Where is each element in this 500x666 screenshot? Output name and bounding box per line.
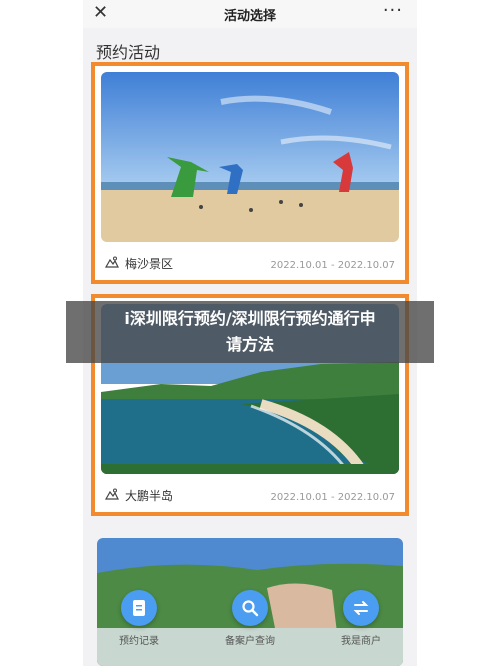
- location-row: 大鹏半岛: [104, 487, 174, 504]
- beach-photo: [101, 72, 399, 242]
- document-icon[interactable]: [121, 590, 157, 626]
- date-range: 2022.10.01 - 2022.10.07: [270, 260, 395, 271]
- top-bar: ✕ 活动选择 ···: [83, 0, 417, 28]
- page-title: 活动选择: [223, 9, 276, 24]
- nav-booking-records[interactable]: 预约记录: [99, 590, 179, 647]
- swap-icon[interactable]: [343, 590, 379, 626]
- date-range: 2022.10.01 - 2022.10.07: [270, 492, 395, 503]
- bottom-nav: 预约记录 备案户查询 我是商户: [83, 590, 417, 666]
- section-title: 预约活动: [96, 43, 161, 62]
- activity-card-meisha[interactable]: 梅沙景区 2022.10.01 - 2022.10.07: [91, 62, 409, 284]
- overlay-line-1: i深圳限行预约/深圳限行预约通行申: [124, 309, 376, 328]
- article-title-overlay: i深圳限行预约/深圳限行预约通行申 请方法: [66, 301, 434, 363]
- nav-label: 备案户查询: [225, 636, 275, 647]
- more-menu-icon[interactable]: ···: [383, 0, 403, 21]
- nav-label: 我是商户: [341, 636, 381, 647]
- nav-label: 预约记录: [119, 636, 159, 647]
- location-name: 梅沙景区: [125, 257, 174, 271]
- overlay-line-2: 请方法: [225, 335, 274, 354]
- scenic-area-icon: [104, 256, 119, 271]
- location-name: 大鹏半岛: [125, 489, 174, 503]
- scenic-area-icon: [104, 488, 119, 503]
- location-row: 梅沙景区: [104, 255, 174, 272]
- search-icon[interactable]: [232, 590, 268, 626]
- nav-registry-search[interactable]: 备案户查询: [210, 590, 290, 647]
- nav-merchant[interactable]: 我是商户: [321, 590, 401, 647]
